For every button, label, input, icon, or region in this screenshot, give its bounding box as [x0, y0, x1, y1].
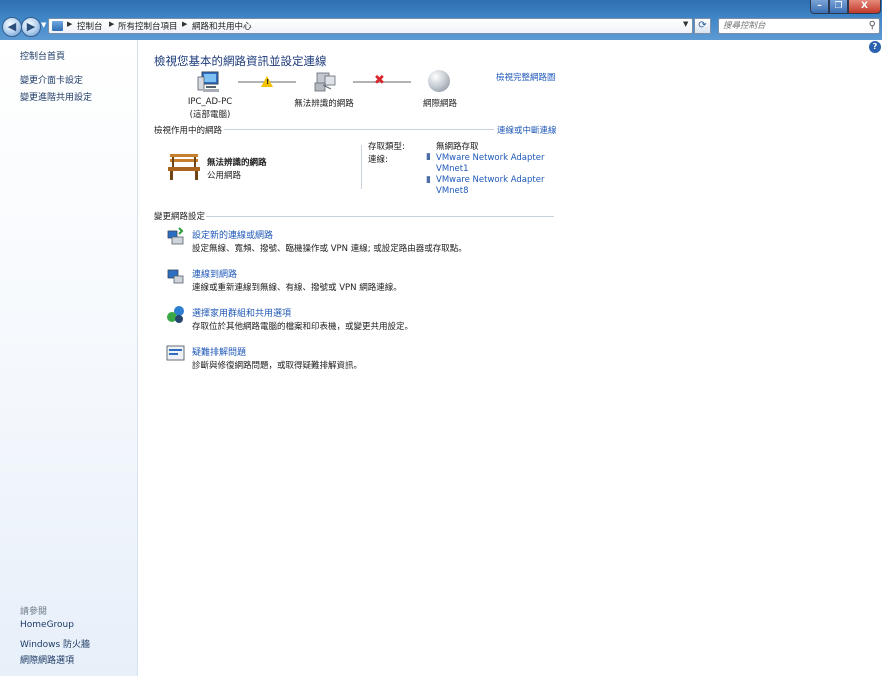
connect-network-icon[interactable]: [166, 266, 185, 285]
refresh-icon: ⟳: [698, 20, 707, 31]
setup-new-connection-link[interactable]: 設定新的連線或網路: [192, 228, 273, 241]
vmnet8-adapter-link[interactable]: VMware Network Adapter VMnet8: [436, 175, 546, 197]
computer-icon[interactable]: [197, 71, 221, 93]
public-network-bench-icon[interactable]: [166, 152, 202, 182]
troubleshoot-icon[interactable]: [166, 344, 185, 363]
network-icon[interactable]: [313, 71, 337, 93]
vertical-divider: [361, 145, 362, 189]
new-connection-icon[interactable]: [166, 227, 185, 246]
address-dropdown-icon[interactable]: ▼: [683, 20, 688, 28]
breadcrumb-all-items[interactable]: 所有控制台項目: [118, 20, 178, 32]
control-panel-home-link[interactable]: 控制台首頁: [20, 49, 65, 62]
back-arrow-icon: ◀: [7, 20, 17, 33]
search-input[interactable]: [719, 19, 859, 33]
connect-to-network-link[interactable]: 連線到網路: [192, 267, 237, 280]
access-type-value: 無網路存取: [436, 142, 479, 152]
troubleshoot-link[interactable]: 疑難排解問題: [192, 345, 246, 358]
page-title: 檢視您基本的網路資訊並設定連線: [154, 54, 327, 68]
network-type-link[interactable]: 公用網路: [207, 169, 241, 181]
change-advanced-sharing-link[interactable]: 變更進階共用設定: [20, 90, 92, 103]
see-also-heading: 請參閱: [20, 607, 48, 617]
close-button[interactable]: X: [848, 0, 881, 14]
homegroup-link[interactable]: HomeGroup: [20, 620, 74, 630]
homegroup-sharing-icon[interactable]: [166, 305, 185, 324]
connect-disconnect-link[interactable]: 連線或中斷連線: [497, 124, 557, 136]
recent-pages-dropdown[interactable]: ▼: [41, 21, 46, 29]
refresh-button[interactable]: ⟳: [694, 18, 711, 34]
network-name-label: 無法辨識的網路: [294, 99, 354, 109]
vmnet1-adapter-link[interactable]: VMware Network Adapter VMnet1: [436, 153, 546, 175]
homegroup-sharing-desc: 存取位於其他網路電腦的檔案和印表機，或變更共用設定。: [192, 322, 414, 332]
forward-arrow-icon: ▶: [26, 20, 36, 33]
change-adapter-settings-link[interactable]: 變更介面卡設定: [20, 73, 83, 86]
help-icon[interactable]: ?: [869, 41, 881, 53]
warning-mark-icon: !: [266, 78, 270, 86]
computer-name-label: IPC_AD-PC: [187, 97, 233, 107]
network-adapter-icon: ▮: [426, 152, 431, 162]
internet-label: 網際網路: [422, 99, 457, 109]
internet-globe-icon[interactable]: [428, 70, 450, 92]
title-bar: – ❐ X ◀ ▶ ▼ ▶ 控制台 ▶ 所有控制台項目 ▶ 網路和共用中心 ▼ …: [0, 0, 882, 40]
search-box[interactable]: ⚲: [718, 18, 880, 34]
address-bar[interactable]: ▶ 控制台 ▶ 所有控制台項目 ▶ 網路和共用中心 ▼: [48, 18, 693, 34]
search-icon[interactable]: ⚲: [869, 20, 876, 31]
homegroup-sharing-link[interactable]: 選擇家用群組和共用選項: [192, 306, 291, 319]
computer-sub-label: (這部電腦): [189, 110, 231, 120]
network-adapter-icon: ▮: [426, 175, 431, 185]
access-type-label: 存取類型:: [368, 142, 405, 152]
windows-firewall-link[interactable]: Windows 防火牆: [20, 637, 90, 650]
troubleshoot-desc: 診斷與修復網路問題，或取得疑難排解資訊。: [192, 361, 363, 371]
change-settings-heading: 變更網路設定: [154, 212, 206, 222]
left-task-pane: 控制台首頁 變更介面卡設定 變更進階共用設定 請參閱 HomeGroup Win…: [0, 40, 138, 676]
back-button[interactable]: ◀: [2, 17, 22, 37]
forward-button[interactable]: ▶: [21, 17, 41, 37]
active-network-name: 無法辨識的網路: [207, 158, 267, 168]
maximize-button[interactable]: ❐: [829, 0, 848, 14]
active-networks-heading: 檢視作用中的網路: [154, 126, 223, 136]
breadcrumb-arrow-icon[interactable]: ▶: [67, 20, 72, 28]
breadcrumb-arrow-icon[interactable]: ▶: [109, 20, 114, 28]
setup-new-connection-desc: 設定無線、寬頻、撥號、臨機操作或 VPN 連線; 或設定路由器或存取點。: [192, 244, 467, 254]
connect-to-network-desc: 連線或重新連線到無線、有線、撥號或 VPN 網路連線。: [192, 283, 402, 293]
view-full-map-link[interactable]: 檢視完整網路圖: [496, 71, 556, 83]
breadcrumb-control-panel[interactable]: 控制台: [77, 20, 103, 32]
section-divider: [206, 216, 554, 217]
breadcrumb-arrow-icon[interactable]: ▶: [182, 20, 187, 28]
connections-label: 連線:: [368, 155, 388, 165]
internet-options-link[interactable]: 網際網路選項: [20, 653, 74, 666]
breadcrumb-network-center[interactable]: 網路和共用中心: [192, 20, 252, 32]
control-panel-icon: [52, 21, 63, 31]
error-x-icon: ✖: [374, 73, 385, 88]
minimize-button[interactable]: –: [810, 0, 829, 14]
section-divider: [224, 129, 494, 130]
